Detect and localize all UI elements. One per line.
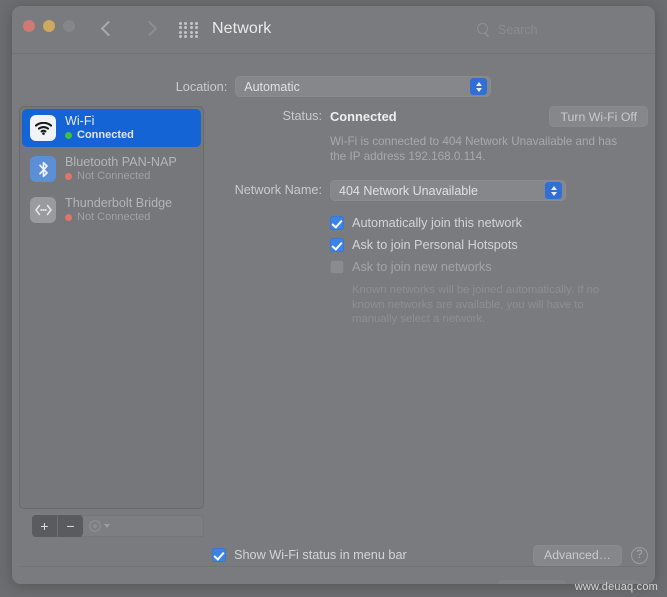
service-status-label: Not Connected: [77, 170, 151, 182]
checkbox-personal-hotspots-box[interactable]: [330, 238, 344, 252]
services-toolbar: + −: [32, 515, 204, 537]
close-button[interactable]: [23, 20, 35, 32]
service-row-wifi[interactable]: Wi-Fi Connected: [22, 109, 201, 147]
location-label: Location:: [175, 79, 228, 94]
checkbox-new-networks-label: Ask to join new networks: [352, 260, 492, 274]
zoom-button[interactable]: [63, 20, 75, 32]
turn-wifi-off-button[interactable]: Turn Wi-Fi Off: [549, 106, 648, 127]
window-controls: [23, 20, 75, 32]
service-row-bluetooth-pan-nap[interactable]: Bluetooth PAN-NAP Not Connected: [22, 150, 201, 188]
checkbox-auto-join[interactable]: Automatically join this network: [330, 212, 607, 234]
checkbox-auto-join-box[interactable]: [330, 216, 344, 230]
location-value: Automatic: [244, 79, 300, 94]
service-name: Thunderbolt Bridge: [65, 196, 173, 210]
chevron-right-icon[interactable]: [140, 15, 162, 43]
location-popup-button[interactable]: Automatic: [235, 76, 492, 97]
options-row: Automatically join this network Ask to j…: [212, 212, 648, 327]
checkbox-menu-bar-status-label: Show Wi-Fi status in menu bar: [234, 548, 407, 562]
checkbox-personal-hotspots-label: Ask to join Personal Hotspots: [352, 238, 518, 252]
status-label: Status:: [282, 109, 323, 123]
add-remove-segmented-control: + −: [32, 515, 83, 537]
description-spacer: [212, 127, 322, 130]
network-name-value: 404 Network Unavailable: [339, 183, 478, 198]
status-dot-connected: [65, 132, 72, 139]
service-text: Thunderbolt Bridge Not Connected: [65, 196, 172, 224]
connection-description: Wi-Fi is connected to 404 Network Unavai…: [330, 135, 618, 163]
network-name-row: Network Name: 404 Network Unavailable: [212, 180, 648, 201]
help-button[interactable]: ?: [631, 547, 648, 564]
minimize-button[interactable]: [43, 20, 55, 32]
thunderbolt-icon: [30, 197, 56, 223]
divider: [19, 566, 648, 567]
status-row: Status: Connected Turn Wi-Fi Off: [212, 106, 648, 127]
search-icon: [477, 23, 491, 37]
network-name-popup-button[interactable]: 404 Network Unavailable: [330, 180, 566, 201]
detail-pane: Status: Connected Turn Wi-Fi Off Wi-Fi i…: [212, 106, 648, 327]
desktop-background: Network Search Location: Automatic Wi-Fi…: [0, 0, 667, 597]
service-name: Wi-Fi: [65, 114, 95, 128]
status-dot-disconnected: [65, 214, 72, 221]
checkbox-menu-bar-status-box[interactable]: [212, 548, 226, 562]
service-status-label: Not Connected: [77, 211, 151, 223]
service-status: Connected: [65, 129, 134, 142]
bottom-bar: Show Wi-Fi status in menu bar Advanced… …: [212, 544, 648, 566]
advanced-button[interactable]: Advanced…: [533, 544, 622, 566]
service-status: Not Connected: [65, 170, 177, 183]
status-value: Connected: [330, 109, 397, 124]
service-text: Wi-Fi Connected: [65, 114, 134, 142]
chevron-updown-icon: [470, 78, 488, 95]
service-status-label: Connected: [77, 129, 134, 141]
description-row: Wi-Fi is connected to 404 Network Unavai…: [212, 127, 648, 164]
service-name: Bluetooth PAN-NAP: [65, 155, 177, 169]
service-status: Not Connected: [65, 211, 172, 224]
remove-service-button[interactable]: −: [58, 515, 83, 537]
service-text: Bluetooth PAN-NAP Not Connected: [65, 155, 177, 183]
gear-icon: [89, 520, 101, 532]
service-row-thunderbolt-bridge[interactable]: Thunderbolt Bridge Not Connected: [22, 191, 201, 229]
checkbox-menu-bar-status[interactable]: Show Wi-Fi status in menu bar: [212, 544, 407, 566]
window-titlebar: Network Search: [12, 6, 655, 54]
navigation-buttons: [96, 15, 162, 43]
advanced-group: Advanced… ?: [533, 544, 648, 566]
add-service-button[interactable]: +: [32, 515, 58, 537]
location-row: Location: Automatic: [12, 76, 655, 97]
window-content: Location: Automatic Wi-Fi Connected Blue…: [12, 54, 655, 584]
options-spacer: [212, 212, 322, 215]
search-field[interactable]: Search: [477, 20, 627, 40]
chevron-down-icon: [104, 524, 110, 528]
revert-button[interactable]: Revert: [496, 580, 567, 584]
checkbox-auto-join-label: Automatically join this network: [352, 216, 522, 230]
watermark: www.deuaq.com: [574, 581, 658, 593]
grid-apps-icon[interactable]: [179, 22, 199, 38]
status-dot-disconnected: [65, 173, 72, 180]
checkbox-new-networks-box[interactable]: [330, 260, 344, 274]
options-help-text: Known networks will be joined automatica…: [352, 284, 600, 325]
status-field: Connected Turn Wi-Fi Off: [330, 106, 648, 127]
services-list[interactable]: Wi-Fi Connected Bluetooth PAN-NAP Not Co…: [19, 106, 204, 509]
bluetooth-icon: [30, 156, 56, 182]
action-menu-button[interactable]: [83, 515, 116, 537]
page-title: Network: [212, 20, 272, 37]
system-preferences-window: Network Search Location: Automatic Wi-Fi…: [12, 6, 655, 584]
checkbox-new-networks[interactable]: Ask to join new networks: [330, 256, 607, 278]
options-group: Automatically join this network Ask to j…: [330, 212, 607, 327]
chevron-left-icon[interactable]: [96, 15, 118, 43]
wifi-icon: [30, 115, 56, 141]
checkbox-personal-hotspots[interactable]: Ask to join Personal Hotspots: [330, 234, 607, 256]
chevron-updown-icon: [545, 182, 562, 199]
network-name-label: Network Name:: [234, 183, 322, 197]
search-placeholder: Search: [498, 23, 538, 37]
